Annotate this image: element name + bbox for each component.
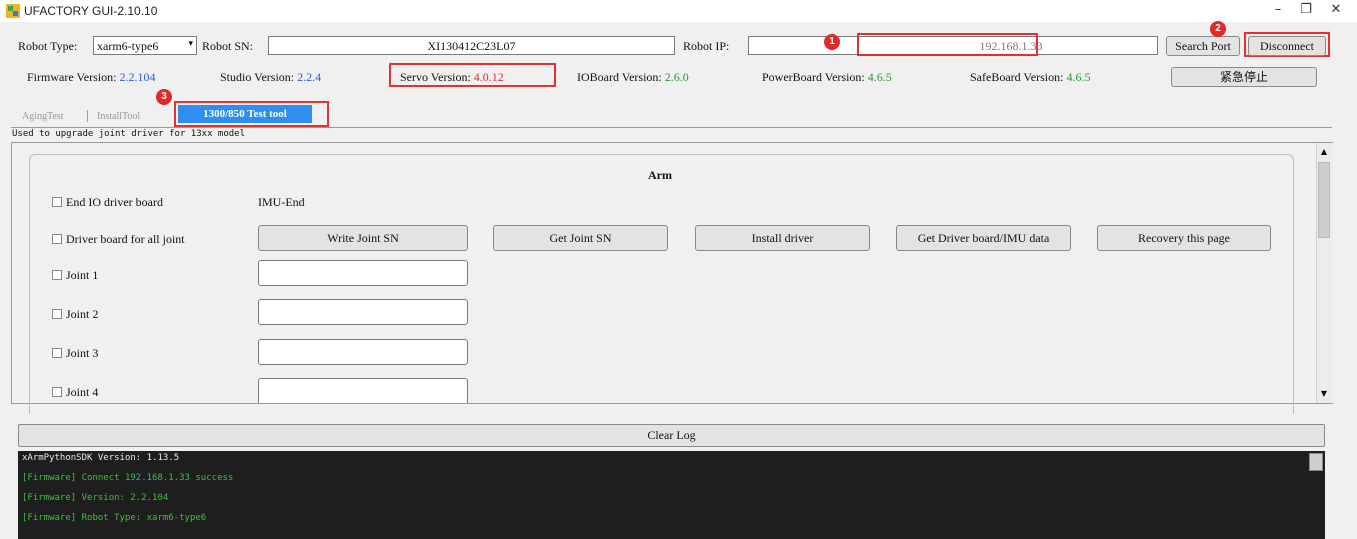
ioboard-version: IOBoard Version: 2.6.0 (577, 70, 689, 85)
get-driver-imu-data-button[interactable]: Get Driver board/IMU data (896, 225, 1071, 251)
title-bar (0, 0, 1357, 22)
firmware-version: Firmware Version: 2.2.104 (27, 70, 155, 85)
powerboard-value: 4.6.5 (867, 70, 892, 84)
scroll-down-icon[interactable]: ▼ (1318, 387, 1330, 401)
log-line: [Firmware] Version: 2.2.104 (22, 493, 169, 503)
studio-value: 2.2.4 (297, 70, 322, 84)
robot-sn-value: XI130412C23L07 (427, 39, 516, 53)
servo-label: Servo Version: (400, 70, 471, 84)
joint-3-checkbox[interactable] (52, 348, 62, 358)
robot-sn-field[interactable]: XI130412C23L07 (268, 36, 675, 55)
ioboard-value: 2.6.0 (664, 70, 689, 84)
write-joint-sn-button[interactable]: Write Joint SN (258, 225, 468, 251)
emergency-stop-button[interactable]: 紧急停止 (1171, 67, 1317, 87)
tab-description: Used to upgrade joint driver for 13xx mo… (12, 129, 245, 139)
end-io-checkbox[interactable] (52, 197, 62, 207)
joint-4-sn-input[interactable] (258, 378, 468, 403)
safeboard-label: SafeBoard Version: (970, 70, 1064, 84)
app-icon (6, 4, 20, 18)
tab-aging-test[interactable]: AgingTest (22, 111, 64, 122)
tab-install-tool[interactable]: InstallTool (97, 111, 140, 122)
tab-separator (87, 110, 88, 122)
step-marker-2: 2 (1210, 21, 1226, 37)
log-scrollbar-thumb[interactable] (1309, 453, 1323, 471)
install-driver-button[interactable]: Install driver (695, 225, 870, 251)
joint-1-sn-input[interactable] (258, 260, 468, 286)
tab-1300-850-test-tool[interactable]: 1300/850 Test tool (178, 105, 312, 123)
arm-group-title: Arm (648, 168, 672, 182)
robot-type-select[interactable]: xarm6-type6 ▾ (93, 36, 197, 55)
servo-value: 4.0.12 (473, 70, 504, 84)
scrollbar-thumb[interactable] (1318, 162, 1330, 238)
firmware-value: 2.2.104 (119, 70, 156, 84)
search-port-button[interactable]: Search Port (1166, 36, 1240, 56)
robot-type-label: Robot Type: (18, 39, 78, 53)
joint-3-sn-input[interactable] (258, 339, 468, 365)
joint-1-checkbox[interactable] (52, 270, 62, 280)
studio-label: Studio Version: (220, 70, 295, 84)
disconnect-button[interactable]: Disconnect (1248, 36, 1326, 56)
log-line: xArmPythonSDK Version: 1.13.5 (22, 453, 180, 463)
driver-all-label: Driver board for all joint (66, 232, 185, 246)
tab-bar-divider (11, 127, 1332, 128)
recovery-page-button[interactable]: Recovery this page (1097, 225, 1271, 251)
robot-sn-label: Robot SN: (202, 39, 254, 53)
scroll-up-icon[interactable]: ▲ (1318, 145, 1330, 159)
window-title: UFACTORY GUI-2.10.10 (24, 4, 158, 18)
powerboard-label: PowerBoard Version: (762, 70, 865, 84)
step-marker-1: 1 (824, 34, 840, 50)
joint-2-label: Joint 2 (66, 307, 99, 321)
robot-type-value: xarm6-type6 (97, 39, 159, 53)
joint-4-checkbox[interactable] (52, 387, 62, 397)
imu-end-label: IMU-End (258, 195, 305, 209)
safeboard-value: 4.6.5 (1066, 70, 1091, 84)
chevron-down-icon: ▾ (188, 39, 193, 49)
servo-version: Servo Version: 4.0.12 (400, 70, 504, 85)
close-icon[interactable]: ✕ (1317, 0, 1355, 22)
step-marker-3: 3 (156, 89, 172, 105)
clear-log-button[interactable]: Clear Log (18, 424, 1325, 447)
driver-all-checkbox[interactable] (52, 234, 62, 244)
end-io-label: End IO driver board (66, 195, 163, 209)
joint-3-label: Joint 3 (66, 346, 99, 360)
safeboard-version: SafeBoard Version: 4.6.5 (970, 70, 1090, 85)
log-line: [Firmware] Robot Type: xarm6-type6 (22, 513, 207, 523)
powerboard-version: PowerBoard Version: 4.6.5 (762, 70, 892, 85)
studio-version: Studio Version: 2.2.4 (220, 70, 321, 85)
ip-highlight-box (857, 33, 1038, 56)
joint-1-label: Joint 1 (66, 268, 99, 282)
joint-2-checkbox[interactable] (52, 309, 62, 319)
firmware-label: Firmware Version: (27, 70, 117, 84)
log-line: [Firmware] Connect 192.168.1.33 success (22, 473, 234, 483)
ioboard-label: IOBoard Version: (577, 70, 662, 84)
get-joint-sn-button[interactable]: Get Joint SN (493, 225, 668, 251)
robot-ip-label: Robot IP: (683, 39, 730, 53)
log-console: xArmPythonSDK Version: 1.13.5 [Firmware]… (18, 451, 1325, 539)
arm-groupbox (29, 154, 1294, 414)
joint-4-label: Joint 4 (66, 385, 99, 399)
joint-2-sn-input[interactable] (258, 299, 468, 325)
